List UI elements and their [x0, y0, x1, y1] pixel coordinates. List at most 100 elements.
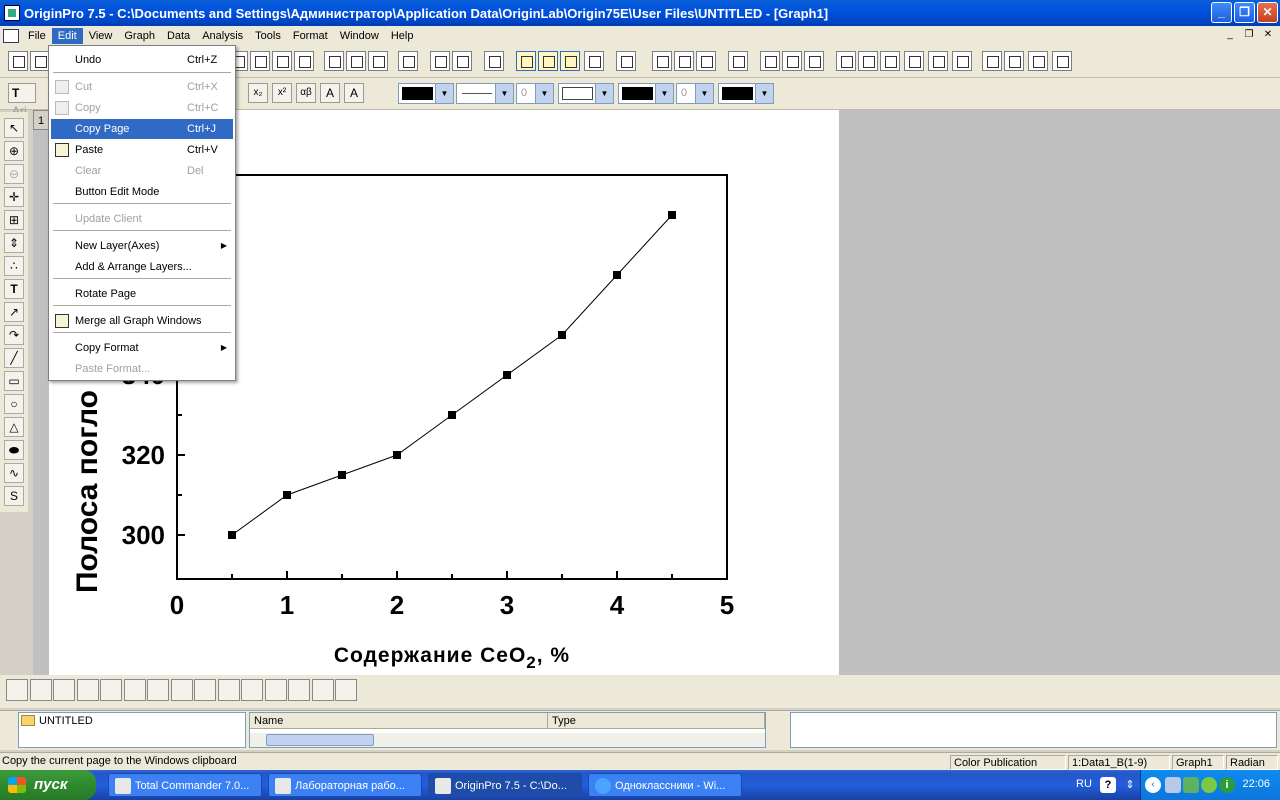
x-tick-label[interactable]: 3: [500, 590, 514, 620]
x-tick-label[interactable]: 5: [720, 590, 734, 620]
color-combo[interactable]: ▼: [398, 83, 454, 104]
zoom-in-tool-icon[interactable]: ⊕: [4, 141, 24, 161]
bar-chart-icon[interactable]: [76, 679, 99, 701]
y-axis-label[interactable]: Полоса погло: [71, 390, 104, 593]
data-point-marker[interactable]: [393, 451, 401, 459]
merge-icon[interactable]: [804, 51, 824, 71]
scatter-plot-icon[interactable]: [29, 679, 52, 701]
clock-icon[interactable]: [1052, 51, 1072, 71]
line-tool-icon[interactable]: ╱: [4, 348, 24, 368]
edit-menu-item-add-arrange-layers[interactable]: Add & Arrange Layers...: [51, 257, 233, 277]
polygon-tool-icon[interactable]: △: [4, 417, 24, 437]
task-word-doc[interactable]: Лабораторная рабо...: [268, 773, 422, 797]
menu-data[interactable]: Data: [161, 28, 196, 44]
new-project-icon[interactable]: [8, 51, 28, 71]
import-multiple-icon[interactable]: [346, 51, 366, 71]
right-axis-icon[interactable]: [928, 51, 948, 71]
menu-file[interactable]: File: [22, 28, 52, 44]
recalculate-icon[interactable]: [484, 51, 504, 71]
mdi-minimize-button[interactable]: _: [1222, 28, 1238, 42]
grid-icon[interactable]: [952, 51, 972, 71]
x-tick-label[interactable]: 1: [280, 590, 294, 620]
top-axis-icon[interactable]: [904, 51, 924, 71]
edit-menu-item-copy-format[interactable]: Copy Format ▶: [51, 338, 233, 358]
y-tick-label[interactable]: 320: [122, 440, 165, 470]
minimize-button[interactable]: _: [1211, 2, 1232, 23]
origin-app-icon[interactable]: [4, 5, 20, 21]
freehand-tool-icon[interactable]: S: [4, 486, 24, 506]
rescale-icon[interactable]: [728, 51, 748, 71]
icq-tray-icon[interactable]: [1201, 777, 1217, 793]
increase-font-button[interactable]: A: [320, 83, 340, 103]
screen-reader-tool-icon[interactable]: ✛: [4, 187, 24, 207]
data-point-marker[interactable]: [338, 471, 346, 479]
project-folder-tree[interactable]: UNTITLED: [18, 712, 246, 748]
fill-color-combo[interactable]: ▼: [618, 83, 674, 104]
task-browser[interactable]: Одноклассники - Wi...: [588, 773, 742, 797]
polar-plot-icon[interactable]: [194, 679, 216, 701]
column-header-type[interactable]: Type: [548, 713, 765, 729]
menu-tools[interactable]: Tools: [249, 28, 287, 44]
pattern-color-combo[interactable]: ▼: [718, 83, 774, 104]
add-layer-icon[interactable]: [760, 51, 780, 71]
line-plot-icon[interactable]: [6, 679, 28, 701]
mdi-restore-button[interactable]: ❐: [1241, 28, 1257, 42]
menu-view[interactable]: View: [83, 28, 119, 44]
text-tool-icon[interactable]: T: [4, 279, 24, 299]
rectangle-tool-icon[interactable]: ▭: [4, 371, 24, 391]
new-worksheet-icon[interactable]: [30, 51, 50, 71]
duplicate-icon[interactable]: [430, 51, 450, 71]
draw-data-tool-icon[interactable]: ∴: [4, 256, 24, 276]
data-selector-tool-icon[interactable]: ⇕: [4, 233, 24, 253]
x-tick-label[interactable]: 2: [390, 590, 404, 620]
subscript-button[interactable]: x₂: [248, 83, 268, 103]
save-project-icon[interactable]: [250, 51, 270, 71]
mdi-close-button[interactable]: ✕: [1260, 28, 1276, 42]
refresh-icon[interactable]: [452, 51, 472, 71]
pie-chart-icon[interactable]: [123, 679, 146, 701]
x-tick-label[interactable]: 0: [170, 590, 184, 620]
graph-doc-icon[interactable]: [3, 28, 19, 43]
menu-edit[interactable]: Edit: [51, 27, 83, 44]
chevron-left-icon[interactable]: ‹: [1145, 777, 1161, 793]
piper-plot-icon[interactable]: [311, 679, 334, 701]
script-window-icon[interactable]: [516, 51, 536, 71]
arrow-tool-icon[interactable]: ↗: [4, 302, 24, 322]
line-style-combo[interactable]: ▼: [456, 83, 514, 104]
data-point-marker[interactable]: [558, 331, 566, 339]
column-header-name[interactable]: Name: [250, 713, 548, 729]
data-point-marker[interactable]: [668, 211, 676, 219]
polyline-tool-icon[interactable]: ∿: [4, 463, 24, 483]
layer-icon[interactable]: [616, 51, 636, 71]
greek-button[interactable]: αβ: [296, 83, 316, 103]
column-chart-icon[interactable]: [100, 679, 122, 701]
y-tick-label[interactable]: 300: [122, 520, 165, 550]
pattern-combo[interactable]: 0 ▼: [676, 83, 714, 104]
list-horizontal-scrollbar[interactable]: [250, 733, 765, 747]
start-button[interactable]: пуск: [0, 770, 96, 800]
area-chart-icon[interactable]: [147, 679, 169, 701]
close-button[interactable]: ✕: [1257, 2, 1278, 23]
menu-graph[interactable]: Graph: [118, 28, 161, 44]
edit-menu-item-button-edit-mode[interactable]: Button Edit Mode: [51, 182, 233, 202]
layer-tab[interactable]: 1: [33, 110, 49, 130]
edit-menu-item-new-layer-axes[interactable]: New Layer(Axes) ▶: [51, 236, 233, 256]
legend-icon[interactable]: [982, 51, 1002, 71]
x-axis-icon[interactable]: [858, 51, 878, 71]
fill-combo[interactable]: ▼: [558, 83, 614, 104]
edit-menu-item-undo[interactable]: Undo Ctrl+Z: [51, 50, 233, 70]
zoom-out-tool-icon[interactable]: ⊖: [4, 164, 24, 184]
data-reader-tool-icon[interactable]: ⊞: [4, 210, 24, 230]
menu-analysis[interactable]: Analysis: [196, 28, 249, 44]
network-tray-icon[interactable]: [1165, 777, 1181, 793]
cursor-tray-icon[interactable]: ⇕: [1122, 777, 1138, 793]
maximize-button[interactable]: ❐: [1234, 2, 1255, 23]
data-point-marker[interactable]: [228, 531, 236, 539]
edit-menu-item-rotate-page[interactable]: Rotate Page: [51, 284, 233, 304]
menu-format[interactable]: Format: [287, 28, 334, 44]
ternary-plot-icon[interactable]: [217, 679, 240, 701]
edit-menu-item-merge-all-graph-windows[interactable]: Merge all Graph Windows: [51, 311, 233, 331]
circle-tool-icon[interactable]: ○: [4, 394, 24, 414]
task-total-commander[interactable]: Total Commander 7.0...: [108, 773, 262, 797]
smith-chart-icon[interactable]: [241, 679, 263, 701]
